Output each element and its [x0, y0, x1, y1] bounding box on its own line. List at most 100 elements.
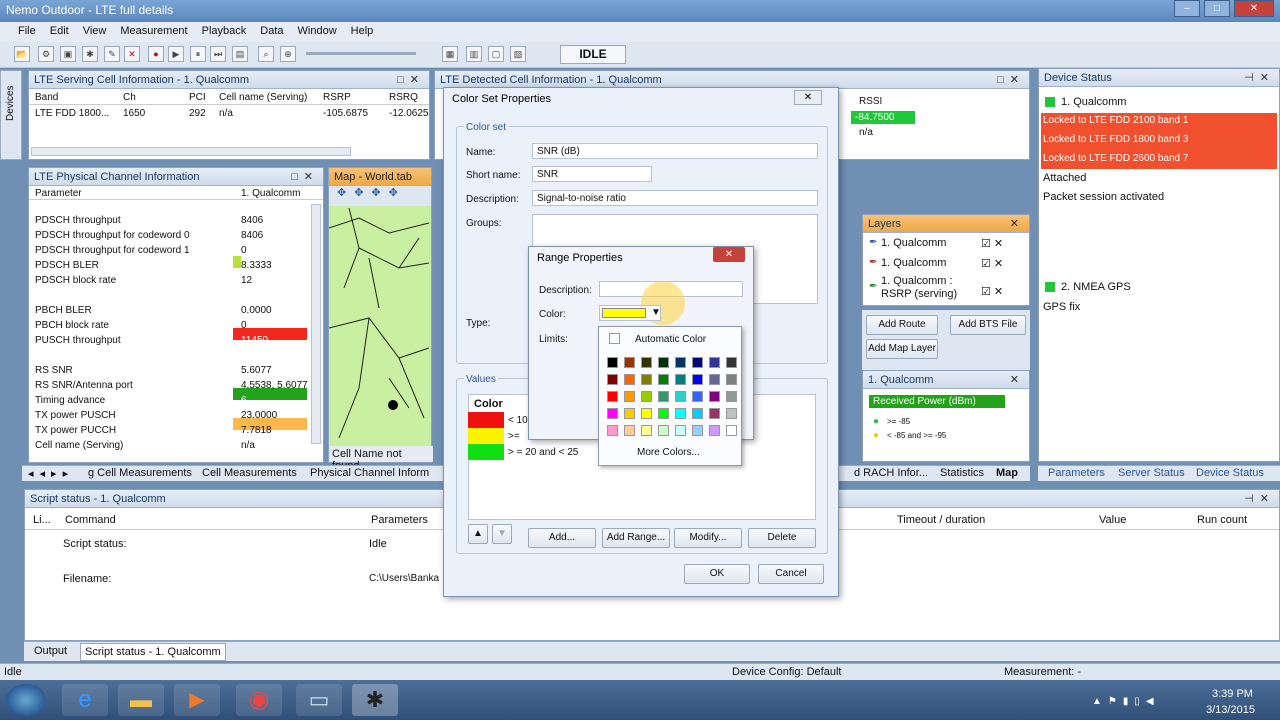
palette-swatch[interactable] [692, 357, 703, 368]
col-ch[interactable]: Ch [123, 92, 136, 103]
checkbox[interactable]: ☑ ✕ [981, 237, 1003, 250]
browser-e-icon[interactable]: e [62, 684, 108, 716]
col-parameters[interactable]: Parameters [371, 514, 428, 526]
col-rsrp[interactable]: RSRP [323, 92, 351, 103]
chart-icon[interactable]: ▥ [466, 46, 482, 62]
col-rsrq[interactable]: RSRQ [389, 92, 418, 103]
tools-icon[interactable]: ✱ [82, 46, 98, 62]
menu-data[interactable]: Data [260, 25, 283, 39]
modify-button[interactable]: Modify... [674, 528, 742, 548]
tab-physical-channel[interactable]: Physical Channel Inform [310, 467, 429, 479]
clock-time[interactable]: 3:39 PM [1212, 688, 1253, 700]
palette-swatch[interactable] [658, 374, 669, 385]
palette-swatch[interactable] [726, 374, 737, 385]
nemo-outdoor-icon[interactable]: ✱ [352, 684, 398, 716]
palette-swatch[interactable] [726, 391, 737, 402]
palette-swatch[interactable] [607, 374, 618, 385]
panel-controls[interactable]: ⊣✕ [1244, 71, 1275, 84]
tab-parameters[interactable]: Parameters [1048, 467, 1105, 479]
palette-swatch[interactable] [641, 374, 652, 385]
folder-icon[interactable]: ▬ [118, 684, 164, 716]
system-tray-icons[interactable]: ▲⚑▮▯◀ [1092, 696, 1160, 707]
palette-swatch[interactable] [692, 425, 703, 436]
menu-edit[interactable]: Edit [50, 25, 69, 39]
palette-swatch[interactable] [675, 408, 686, 419]
palette-swatch[interactable] [607, 408, 618, 419]
close-icon[interactable]: ✕ [713, 247, 745, 262]
maximize-icon[interactable]: □ [1204, 0, 1230, 17]
palette-swatch[interactable] [607, 425, 618, 436]
short-name-field[interactable]: SNR [532, 166, 652, 182]
move-down-icon[interactable]: ▼ [492, 524, 512, 544]
palette-swatch[interactable] [692, 374, 703, 385]
palette-swatch[interactable] [675, 391, 686, 402]
more-colors-option[interactable]: More Colors... [637, 447, 700, 458]
clock-date[interactable]: 3/13/2015 [1206, 704, 1255, 716]
horizontal-scrollbar[interactable] [31, 147, 351, 156]
settings-icon[interactable]: ⚙ [38, 46, 54, 62]
value-row[interactable]: >= [508, 431, 520, 442]
palette-swatch[interactable] [641, 408, 652, 419]
stop-icon[interactable]: ✕ [124, 46, 140, 62]
tab-cell-measurements[interactable]: Cell Measurements [202, 467, 297, 479]
add-bts-file-button[interactable]: Add BTS File [950, 315, 1026, 335]
palette-swatch[interactable] [726, 425, 737, 436]
palette-swatch[interactable] [641, 425, 652, 436]
palette-swatch[interactable] [675, 357, 686, 368]
checkbox[interactable]: ☑ ✕ [981, 257, 1003, 270]
vertical-scrollbar[interactable] [311, 204, 321, 444]
value-row[interactable]: > = 20 and < 25 [508, 447, 578, 458]
panel-controls[interactable]: □✕ [397, 73, 425, 86]
search-icon[interactable]: ⌕ [258, 46, 274, 62]
window-icon[interactable]: ▢ [488, 46, 504, 62]
panel-controls[interactable]: □✕ [291, 170, 319, 183]
palette-swatch[interactable] [709, 357, 720, 368]
col-command[interactable]: Command [65, 514, 116, 526]
play-icon[interactable]: ▶ [168, 46, 184, 62]
col-line[interactable]: Li... [33, 514, 51, 526]
add-range-button[interactable]: Add Range... [602, 528, 670, 548]
col-pci[interactable]: PCI [189, 92, 206, 103]
palette-swatch[interactable] [692, 408, 703, 419]
palette-swatch[interactable] [624, 425, 635, 436]
palette-swatch[interactable] [624, 391, 635, 402]
col-band[interactable]: Band [35, 92, 58, 103]
export-icon[interactable]: ▤ [232, 46, 248, 62]
pause-icon[interactable]: ⏸ [190, 46, 206, 62]
palette-swatch[interactable] [675, 374, 686, 385]
description-field[interactable]: Signal-to-noise ratio [532, 190, 818, 206]
menu-measurement[interactable]: Measurement [120, 25, 187, 39]
tab-device-status[interactable]: Device Status [1196, 467, 1264, 479]
add-map-layer-button[interactable]: Add Map Layer [866, 339, 938, 359]
map-canvas[interactable] [329, 208, 433, 448]
col-run-count[interactable]: Run count [1197, 514, 1247, 526]
panel-controls[interactable]: □✕ [997, 73, 1025, 86]
tab-g-cell-measurements[interactable]: g Cell Measurements [88, 467, 192, 479]
layer-item[interactable]: 1. Qualcomm [881, 257, 946, 269]
add-route-button[interactable]: Add Route [866, 315, 938, 335]
layer-item[interactable]: 1. Qualcomm [881, 237, 946, 249]
palette-swatch[interactable] [624, 357, 635, 368]
save-icon[interactable]: ▣ [60, 46, 76, 62]
ok-button[interactable]: OK [684, 564, 750, 584]
menu-playback[interactable]: Playback [202, 25, 247, 39]
menu-help[interactable]: Help [351, 25, 374, 39]
tab-server-status[interactable]: Server Status [1118, 467, 1185, 479]
palette-swatch[interactable] [726, 357, 737, 368]
minimize-icon[interactable]: – [1174, 0, 1200, 17]
palette-swatch[interactable] [624, 408, 635, 419]
close-icon[interactable]: ✕ [1010, 217, 1025, 230]
palette-swatch[interactable] [624, 374, 635, 385]
add-button[interactable]: Add... [528, 528, 596, 548]
tab-map[interactable]: Map [996, 467, 1018, 479]
palette-swatch[interactable] [658, 391, 669, 402]
palette-swatch[interactable] [658, 408, 669, 419]
record-icon[interactable]: ● [148, 46, 164, 62]
tab-rach-info[interactable]: d RACH Infor... [854, 467, 928, 479]
palette-swatch[interactable] [607, 391, 618, 402]
automatic-color-option[interactable]: Automatic Color [635, 334, 706, 345]
open-icon[interactable]: 📂 [14, 46, 30, 62]
close-icon[interactable]: ✕ [794, 90, 822, 105]
cancel-button[interactable]: Cancel [758, 564, 824, 584]
app-window-icon[interactable]: ▭ [296, 684, 342, 716]
